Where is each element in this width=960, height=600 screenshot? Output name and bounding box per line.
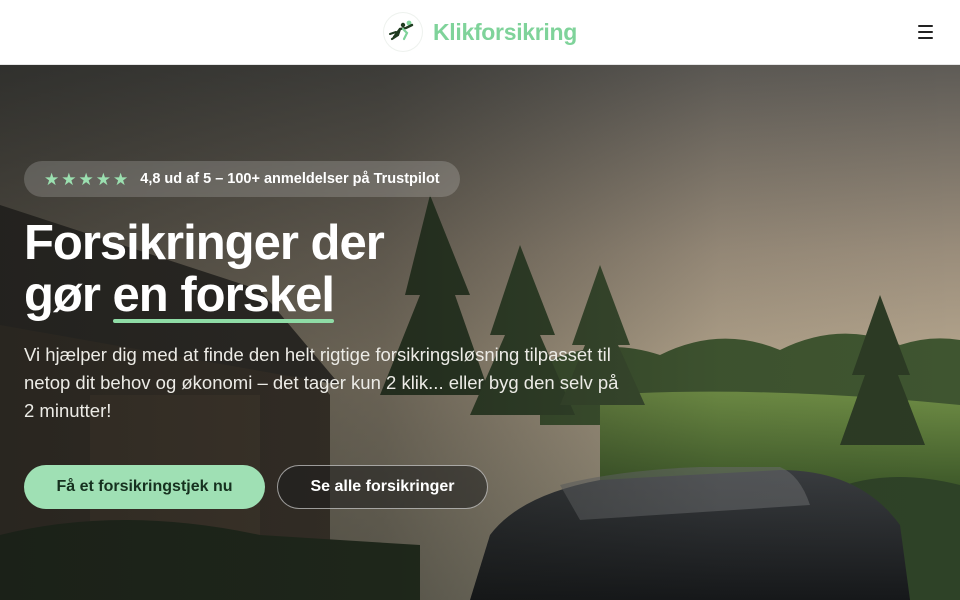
star-icon: ★ <box>78 169 94 189</box>
insurance-check-button[interactable]: Få et forsikringstjek nu <box>24 465 265 509</box>
running-figures-logo-icon <box>382 12 423 52</box>
star-icon: ★ <box>61 169 77 189</box>
all-insurances-button[interactable]: Se alle forsikringer <box>277 465 488 509</box>
site-header: Klikforsikring <box>0 0 960 65</box>
headline-highlight: en forskel <box>112 268 335 323</box>
hero-lead-text: Vi hjælper dig med at finde den helt rig… <box>24 344 619 421</box>
headline-prefix: gør <box>24 268 113 322</box>
brand-logo-link[interactable]: Klikforsikring <box>382 12 578 52</box>
rating-stars: ★ ★ ★ ★ ★ <box>44 171 128 188</box>
trustpilot-rating-badge[interactable]: ★ ★ ★ ★ ★ 4,8 ud af 5 – 100+ anmeldelser… <box>24 161 460 197</box>
brand-name: Klikforsikring <box>432 18 578 45</box>
star-icon: ★ <box>113 169 129 189</box>
hero-headline: Forsikringer der gør en forskel <box>24 216 385 323</box>
headline-line-2: gør en forskel <box>24 268 384 323</box>
hero-overlay <box>0 65 960 600</box>
hamburger-menu-icon[interactable] <box>916 22 936 42</box>
hero-section: ★ ★ ★ ★ ★ 4,8 ud af 5 – 100+ anmeldelser… <box>0 65 960 600</box>
hero-cta-group: Få et forsikringstjek nu Se alle forsikr… <box>24 465 488 509</box>
star-icon: ★ <box>44 169 60 189</box>
star-icon: ★ <box>95 169 111 189</box>
rating-text: 4,8 ud af 5 – 100+ anmeldelser på Trustp… <box>140 171 440 187</box>
headline-line-1: Forsikringer der <box>24 216 385 270</box>
